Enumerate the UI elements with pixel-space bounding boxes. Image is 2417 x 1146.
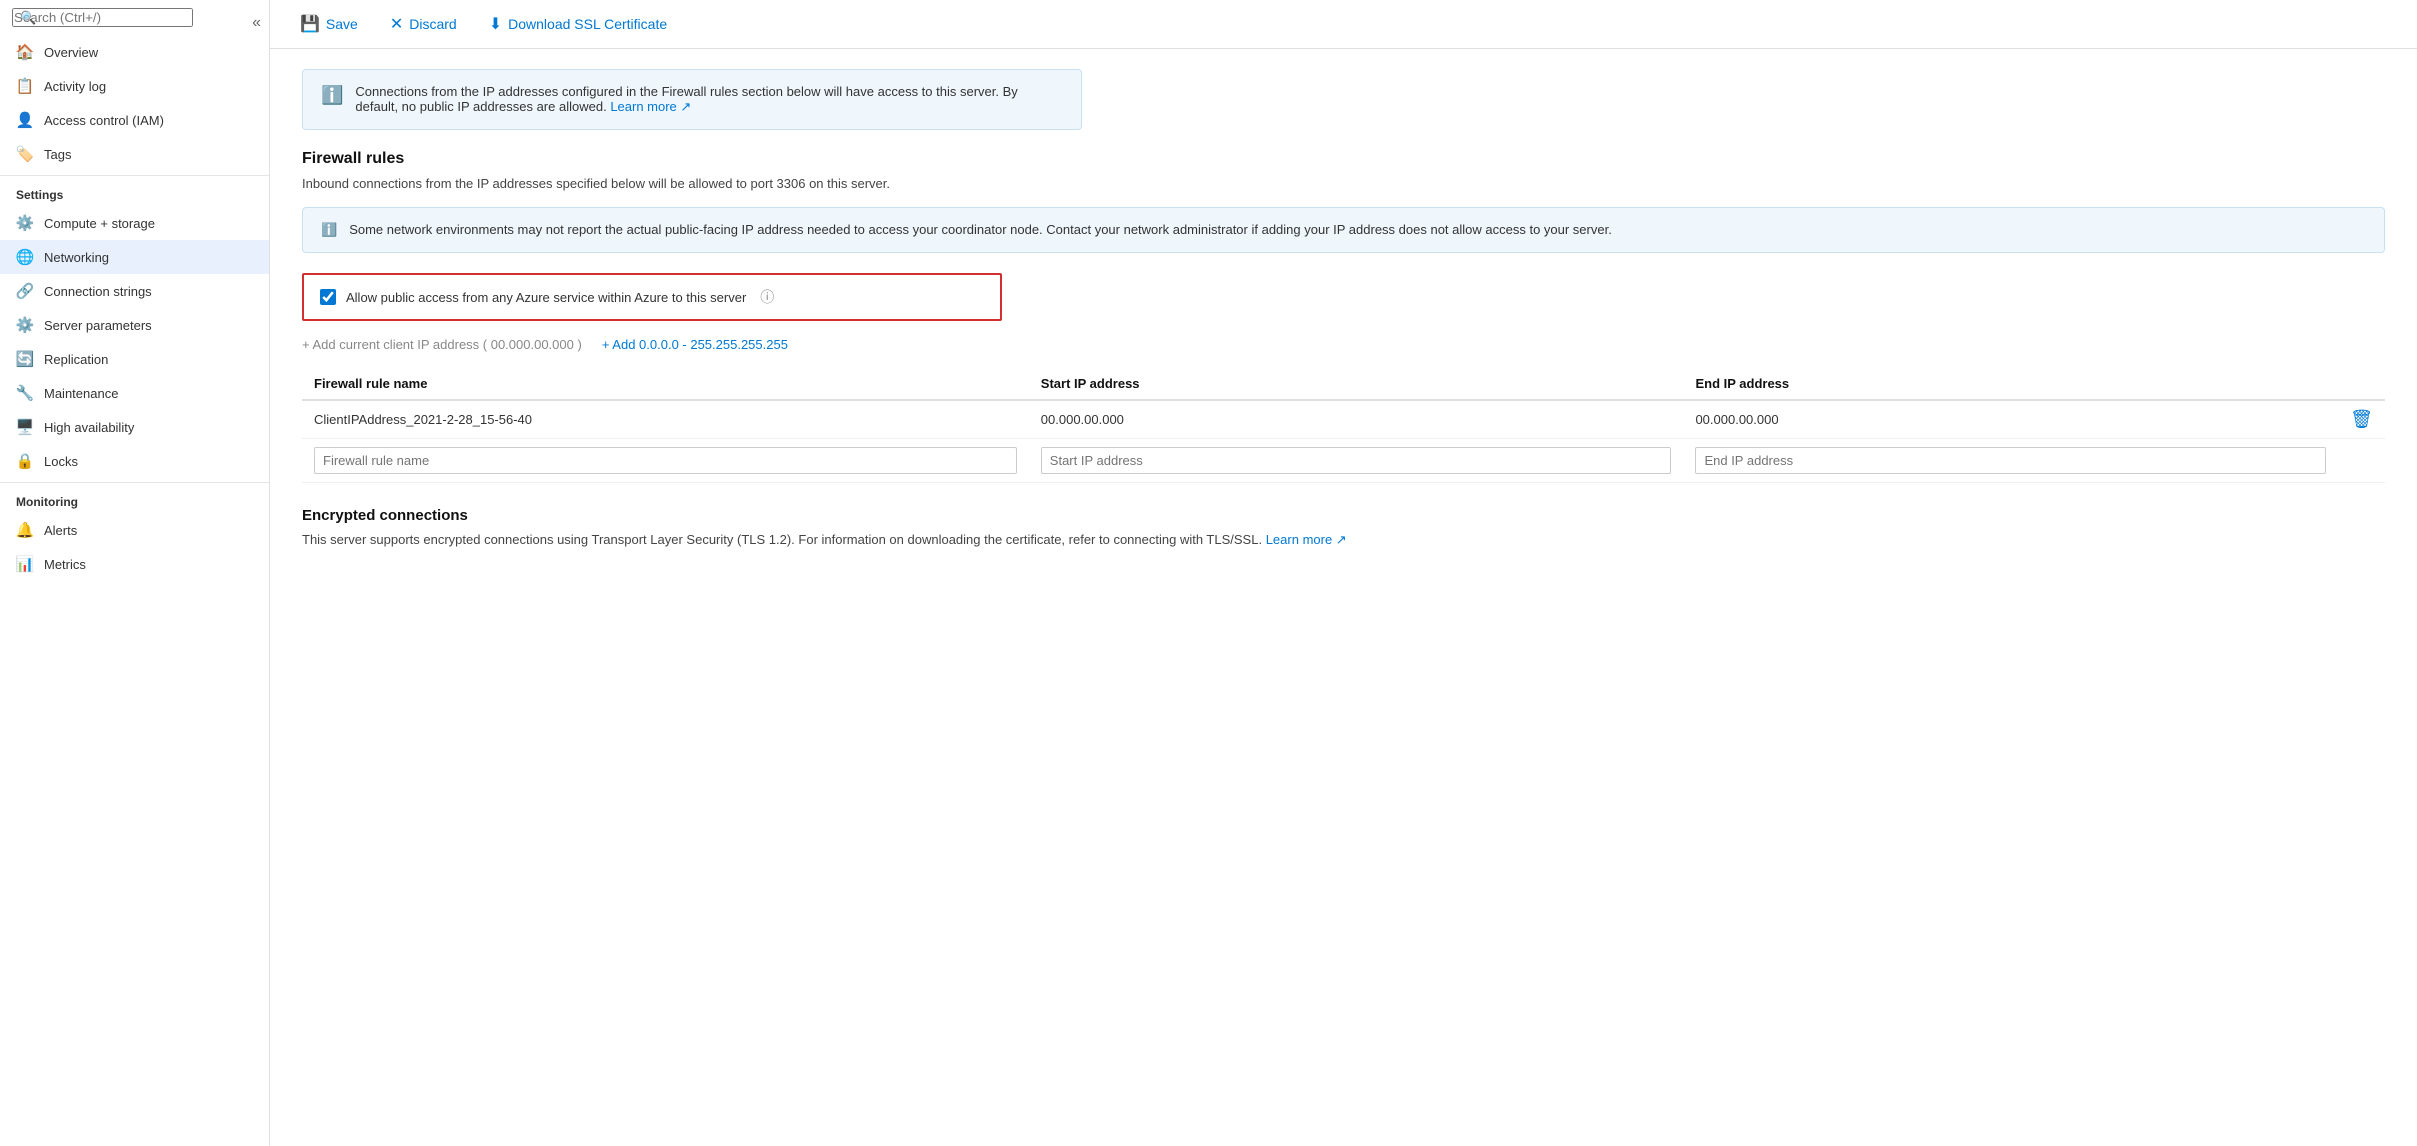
new-rule-name-input[interactable] bbox=[314, 447, 1017, 474]
info-banner-learn-more-link[interactable]: Learn more ↗ bbox=[610, 99, 691, 114]
links-row: + Add current client IP address ( 00.000… bbox=[302, 337, 2385, 352]
sidebar-item-label: Compute + storage bbox=[44, 216, 155, 231]
new-end-ip-input[interactable] bbox=[1695, 447, 2326, 474]
allow-azure-label[interactable]: Allow public access from any Azure servi… bbox=[346, 290, 746, 305]
monitoring-section-label: Monitoring bbox=[0, 482, 269, 513]
save-button[interactable]: 💾 Save bbox=[294, 10, 364, 38]
sidebar-item-high-availability[interactable]: 🖥️ High availability bbox=[0, 410, 269, 444]
sidebar-item-overview[interactable]: 🏠 Overview bbox=[0, 35, 269, 69]
high-availability-icon: 🖥️ bbox=[16, 418, 34, 436]
col-header-end-ip: End IP address bbox=[1683, 368, 2338, 400]
new-rule-row bbox=[302, 439, 2385, 483]
sidebar: 🔍 « 🏠 Overview 📋 Activity log 👤 Access c… bbox=[0, 0, 270, 1146]
encrypted-learn-more-link[interactable]: Learn more ↗ bbox=[1266, 532, 1347, 547]
start-ip-cell: 00.000.00.000 bbox=[1029, 400, 1684, 439]
settings-section-label: Settings bbox=[0, 175, 269, 206]
sidebar-item-maintenance[interactable]: 🔧 Maintenance bbox=[0, 376, 269, 410]
download-ssl-button[interactable]: ⬇ Download SSL Certificate bbox=[483, 10, 673, 38]
tags-icon: 🏷️ bbox=[16, 145, 34, 163]
allow-azure-checkbox-row: Allow public access from any Azure servi… bbox=[302, 273, 1002, 321]
firewall-rules-table: Firewall rule name Start IP address End … bbox=[302, 368, 2385, 483]
sidebar-body: 🏠 Overview 📋 Activity log 👤 Access contr… bbox=[0, 35, 269, 1146]
content-area: ℹ️ Connections from the IP addresses con… bbox=[270, 49, 2417, 1146]
collapse-button[interactable]: « bbox=[244, 10, 269, 36]
overview-icon: 🏠 bbox=[16, 43, 34, 61]
sidebar-item-label: Server parameters bbox=[44, 318, 152, 333]
connection-strings-icon: 🔗 bbox=[16, 282, 34, 300]
add-range-link[interactable]: + Add 0.0.0.0 - 255.255.255.255 bbox=[602, 337, 788, 352]
network-warning-icon: ℹ️ bbox=[321, 222, 337, 238]
sidebar-item-label: Maintenance bbox=[44, 386, 118, 401]
replication-icon: 🔄 bbox=[16, 350, 34, 368]
sidebar-item-server-parameters[interactable]: ⚙️ Server parameters bbox=[0, 308, 269, 342]
sidebar-item-tags[interactable]: 🏷️ Tags bbox=[0, 137, 269, 171]
add-client-ip-text: + Add current client IP address ( 00.000… bbox=[302, 337, 582, 352]
locks-icon: 🔒 bbox=[16, 452, 34, 470]
sidebar-item-label: Overview bbox=[44, 45, 98, 60]
discard-icon: ✕ bbox=[390, 14, 403, 34]
network-warning-banner: ℹ️ Some network environments may not rep… bbox=[302, 207, 2385, 253]
new-start-ip-input[interactable] bbox=[1041, 447, 1672, 474]
encrypted-connections-title: Encrypted connections bbox=[302, 507, 2385, 524]
sidebar-item-label: Connection strings bbox=[44, 284, 152, 299]
compute-storage-icon: ⚙️ bbox=[16, 214, 34, 232]
discard-button[interactable]: ✕ Discard bbox=[384, 10, 463, 38]
access-control-icon: 👤 bbox=[16, 111, 34, 129]
allow-azure-checkbox[interactable] bbox=[320, 289, 336, 305]
server-parameters-icon: ⚙️ bbox=[16, 316, 34, 334]
sidebar-item-connection-strings[interactable]: 🔗 Connection strings bbox=[0, 274, 269, 308]
activity-log-icon: 📋 bbox=[16, 77, 34, 95]
sidebar-item-locks[interactable]: 🔒 Locks bbox=[0, 444, 269, 478]
sidebar-item-label: Replication bbox=[44, 352, 108, 367]
info-icon: ℹ️ bbox=[321, 85, 343, 115]
end-ip-cell: 00.000.00.000 bbox=[1683, 400, 2338, 439]
toolbar: 💾 Save ✕ Discard ⬇ Download SSL Certific… bbox=[270, 0, 2417, 49]
firewall-rules-desc: Inbound connections from the IP addresse… bbox=[302, 176, 2385, 191]
sidebar-item-label: Alerts bbox=[44, 523, 77, 538]
sidebar-item-label: Activity log bbox=[44, 79, 106, 94]
sidebar-item-label: Metrics bbox=[44, 557, 86, 572]
sidebar-item-label: High availability bbox=[44, 420, 134, 435]
sidebar-item-compute-storage[interactable]: ⚙️ Compute + storage bbox=[0, 206, 269, 240]
sidebar-item-metrics[interactable]: 📊 Metrics bbox=[0, 547, 269, 581]
col-header-start-ip: Start IP address bbox=[1029, 368, 1684, 400]
rule-name-cell: ClientIPAddress_2021-2-28_15-56-40 bbox=[302, 400, 1029, 439]
firewall-rules-title: Firewall rules bbox=[302, 150, 2385, 168]
col-header-rule-name: Firewall rule name bbox=[302, 368, 1029, 400]
sidebar-item-replication[interactable]: 🔄 Replication bbox=[0, 342, 269, 376]
delete-row-button[interactable]: 🗑 bbox=[2350, 409, 2373, 429]
network-warning-text: Some network environments may not report… bbox=[349, 222, 1612, 238]
top-info-banner: ℹ️ Connections from the IP addresses con… bbox=[302, 69, 1082, 130]
sidebar-item-label: Locks bbox=[44, 454, 78, 469]
sidebar-item-label: Tags bbox=[44, 147, 71, 162]
sidebar-item-label: Access control (IAM) bbox=[44, 113, 164, 128]
info-banner-text: Connections from the IP addresses config… bbox=[355, 84, 1063, 115]
main-content: 💾 Save ✕ Discard ⬇ Download SSL Certific… bbox=[270, 0, 2417, 1146]
search-input[interactable] bbox=[12, 8, 193, 27]
sidebar-item-activity-log[interactable]: 📋 Activity log bbox=[0, 69, 269, 103]
encrypted-connections-desc: This server supports encrypted connectio… bbox=[302, 532, 2385, 548]
sidebar-item-access-control[interactable]: 👤 Access control (IAM) bbox=[0, 103, 269, 137]
sidebar-item-networking[interactable]: 🌐 Networking bbox=[0, 240, 269, 274]
save-icon: 💾 bbox=[300, 14, 320, 34]
maintenance-icon: 🔧 bbox=[16, 384, 34, 402]
table-row: ClientIPAddress_2021-2-28_15-56-40 00.00… bbox=[302, 400, 2385, 439]
download-icon: ⬇ bbox=[489, 14, 502, 34]
alerts-icon: 🔔 bbox=[16, 521, 34, 539]
search-icon: 🔍 bbox=[20, 10, 36, 26]
metrics-icon: 📊 bbox=[16, 555, 34, 573]
sidebar-item-alerts[interactable]: 🔔 Alerts bbox=[0, 513, 269, 547]
allow-azure-info-icon: ⓘ bbox=[760, 287, 774, 307]
networking-icon: 🌐 bbox=[16, 248, 34, 266]
sidebar-item-label: Networking bbox=[44, 250, 109, 265]
